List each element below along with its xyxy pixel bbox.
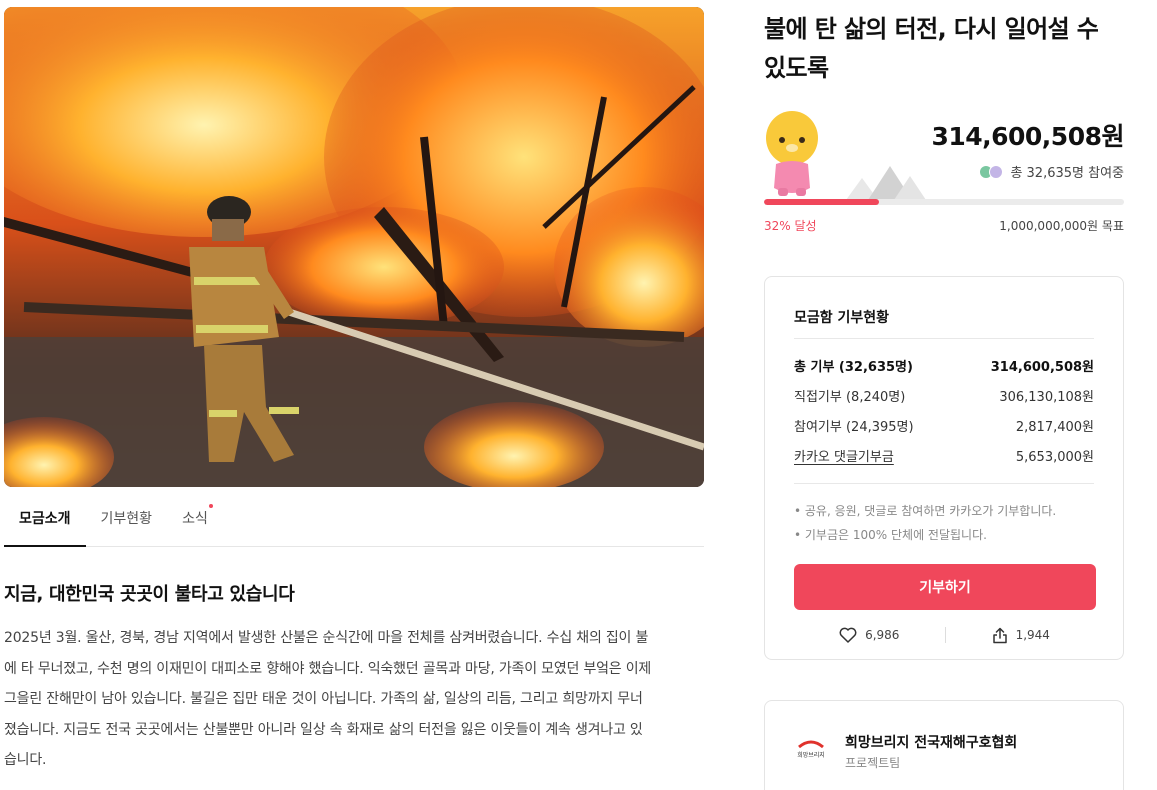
new-badge-dot bbox=[208, 504, 213, 508]
goal-label: 1,000,000,000원 목표 bbox=[999, 219, 1124, 233]
story-line: 졌습니다. 지금도 전국 곳곳에서는 산불뿐만 아니라 일상 속 화재로 삶의 … bbox=[4, 721, 643, 738]
organization-card[interactable]: 희망브리지 희망브리지 전국재해구호협회 프로젝트팀 bbox=[764, 700, 1124, 790]
share-count: 1,944 bbox=[1015, 628, 1050, 642]
organization-name: 희망브리지 전국재해구호협회 bbox=[845, 735, 1018, 751]
status-row-direct: 직접기부 (8,240명) 306,130,108원 bbox=[794, 386, 1094, 405]
tab-label: 모금소개 bbox=[19, 510, 71, 527]
status-row-total: 총 기부 (32,635명) 314,600,508원 bbox=[794, 356, 1094, 375]
info-note: • 기부금은 100% 단체에 전달됩니다. bbox=[794, 528, 987, 542]
story-title: 지금, 대한민국 곳곳이 불타고 있습니다 bbox=[4, 584, 295, 605]
action-bar: 6,986 1,944 bbox=[794, 623, 1096, 647]
row-label: 총 기부 (32,635명) bbox=[794, 360, 913, 375]
participant-avatars-icon bbox=[979, 164, 1005, 180]
row-label: 참여기부 (24,395명) bbox=[794, 420, 914, 435]
heart-icon bbox=[839, 627, 857, 643]
like-button[interactable]: 6,986 bbox=[794, 627, 945, 643]
mountains-icon bbox=[846, 166, 926, 200]
row-value: 314,600,508원 bbox=[990, 360, 1094, 375]
participants-count: 총 32,635명 참여중 bbox=[1010, 166, 1124, 181]
tab-label: 소식 bbox=[182, 511, 208, 527]
row-value: 306,130,108원 bbox=[999, 390, 1094, 405]
story-line: 그을린 잔해만이 남아 있습니다. 불길은 집만 태운 것이 아닙니다. 가족의… bbox=[4, 691, 643, 707]
story-line: 습니다. bbox=[4, 752, 47, 768]
progress-bar bbox=[764, 199, 1124, 205]
share-icon bbox=[992, 627, 1007, 643]
status-row-comment: 카카오 댓글기부금 5,653,000원 bbox=[794, 446, 1094, 465]
donation-status-card: 모금함 기부현황 총 기부 (32,635명) 314,600,508원 직접기… bbox=[764, 276, 1124, 660]
mascot-icon bbox=[766, 111, 818, 196]
story-line: 에 타 무너졌고, 수천 명의 이재민이 대피소로 향해야 했습니다. 익숙했던… bbox=[4, 660, 652, 677]
progress-fill bbox=[764, 199, 880, 205]
info-note: • 공유, 응원, 댓글로 참여하면 카카오가 기부합니다. bbox=[794, 504, 1057, 518]
tab-label: 기부현황 bbox=[100, 511, 153, 527]
tab-donation-status[interactable]: 기부현황 bbox=[86, 490, 168, 546]
row-label: 직접기부 (8,240명) bbox=[794, 390, 906, 405]
progress-label: 32% 달성 bbox=[764, 219, 817, 233]
participants-info: 총 32,635명 참여중 bbox=[979, 162, 1124, 181]
organization-subtitle: 프로젝트팀 bbox=[845, 756, 901, 770]
share-button[interactable]: 1,944 bbox=[946, 627, 1097, 644]
organization-logo: 희망브리지 bbox=[797, 740, 825, 759]
card-title: 모금함 기부현황 bbox=[794, 310, 890, 326]
logo-text: 희망브리지 bbox=[797, 751, 825, 759]
comment-donation-link[interactable]: 카카오 댓글기부금 bbox=[794, 446, 894, 465]
story-line: 2025년 3월. 울산, 경북, 경남 지역에서 발생한 산불은 순식간에 마… bbox=[4, 630, 649, 646]
tab-news[interactable]: 소식 bbox=[167, 490, 223, 546]
story-body: 2025년 3월. 울산, 경북, 경남 지역에서 발생한 산불은 순식간에 마… bbox=[4, 623, 706, 776]
hero-image bbox=[4, 7, 704, 487]
raised-amount: 314,600,508원 bbox=[931, 122, 1124, 151]
row-value: 2,817,400원 bbox=[1015, 420, 1094, 435]
firefighter-fire-icon bbox=[4, 7, 704, 487]
divider bbox=[794, 483, 1094, 484]
status-row-participation: 참여기부 (24,395명) 2,817,400원 bbox=[794, 416, 1094, 435]
row-value: 5,653,000원 bbox=[1015, 450, 1094, 465]
like-count: 6,986 bbox=[865, 628, 900, 642]
divider bbox=[794, 338, 1094, 339]
campaign-title: 불에 탄 삶의 터전, 다시 일어설 수 있도록 bbox=[764, 15, 1099, 82]
tab-bar: 모금소개 기부현황 소식 bbox=[4, 490, 704, 547]
donate-button[interactable]: 기부하기 bbox=[794, 564, 1096, 610]
tab-introduction[interactable]: 모금소개 bbox=[4, 490, 86, 547]
